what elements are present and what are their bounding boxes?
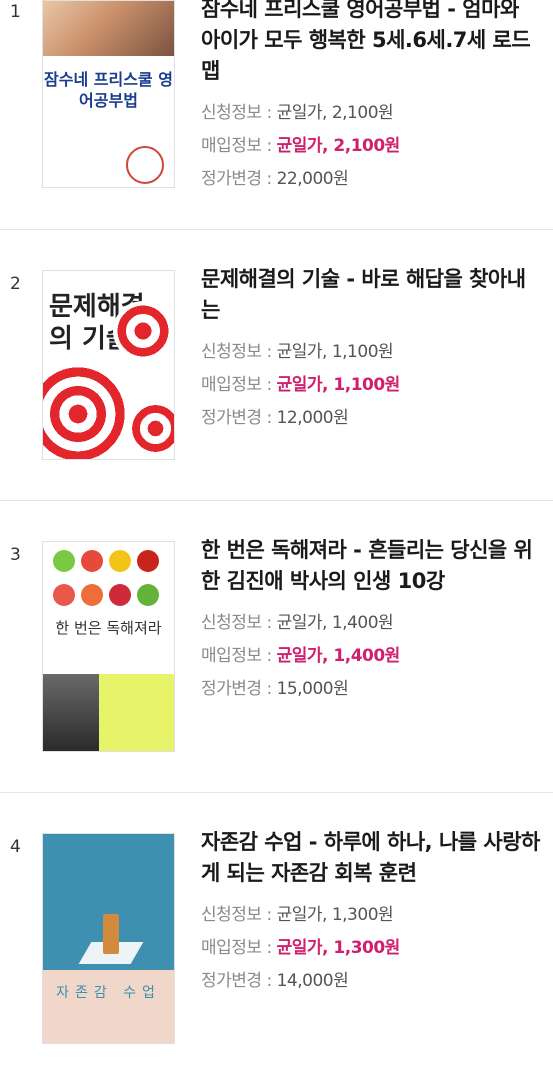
apple-graphic [81,584,103,606]
book-cover[interactable]: 자존감 수업 [42,833,175,1044]
divider [0,500,553,501]
item-index: 2 [10,274,21,294]
apple-graphic [137,550,159,572]
apple-graphic [109,584,131,606]
change-label: 정가변경 : [201,971,272,991]
buy-label: 매입정보 : [201,136,272,156]
apply-value: 균일가, 1,400원 [276,613,394,633]
apple-graphic [53,550,75,572]
buy-value: 균일가, 1,100원 [276,375,401,395]
buy-label: 매입정보 : [201,938,272,958]
apply-label: 신청정보 : [201,342,272,362]
item-index: 4 [10,837,21,857]
apply-value: 균일가, 1,300원 [276,905,394,925]
change-label: 정가변경 : [201,679,272,699]
apply-value: 균일가, 2,100원 [276,103,394,123]
apply-info-row: 신청정보 : 균일가, 1,100원 [201,336,541,369]
list-item[interactable]: 1 잠수네 프리스쿨 영어공부법 잠수네 프리스쿨 영어공부법 - 엄마와 아이… [0,0,553,230]
price-change-row: 정가변경 : 22,000원 [201,163,541,196]
item-index: 1 [10,2,21,22]
list-item[interactable]: 3 한 번은 독해져라 한 번은 독해져라 - 흔들리는 당신을 위한 김진애 … [0,538,553,771]
change-value: 22,000원 [276,169,349,189]
apply-label: 신청정보 : [201,103,272,123]
apple-graphic [53,584,75,606]
book-title[interactable]: 자존감 수업 - 하루에 하나, 나를 사랑하게 되는 자존감 회복 훈련 [201,827,541,889]
change-label: 정가변경 : [201,408,272,428]
author-portrait [43,674,99,751]
list-item[interactable]: 2 문제해결의 기술 문제해결의 기술 - 바로 해답을 찾아내는 신청정보 :… [0,267,553,500]
apply-info-row: 신청정보 : 균일가, 1,300원 [201,899,541,932]
target-graphic [113,301,173,361]
book-info: 잠수네 프리스쿨 영어공부법 - 엄마와 아이가 모두 행복한 5세.6세.7세… [201,0,541,196]
item-index: 3 [10,545,21,565]
book-cover[interactable]: 한 번은 독해져라 [42,541,175,752]
buy-value: 균일가, 1,300원 [276,938,401,958]
change-value: 15,000원 [276,679,349,699]
buy-info-row: 매입정보 : 균일가, 1,300원 [201,932,541,965]
apple-graphic [137,584,159,606]
divider [0,229,553,230]
cover-title: 자존감 수업 [56,985,161,1001]
book-cover[interactable]: 문제해결의 기술 [42,270,175,460]
change-label: 정가변경 : [201,169,272,189]
cover-title: 잠수네 프리스쿨 영어공부법 [44,70,173,110]
cover-photo [43,1,174,56]
list-item[interactable]: 4 자존감 수업 자존감 수업 - 하루에 하나, 나를 사랑하게 되는 자존감… [0,830,553,1066]
apply-info-row: 신청정보 : 균일가, 1,400원 [201,607,541,640]
cover-lower-band [43,970,174,1043]
divider [0,792,553,793]
chair-graphic [103,914,119,954]
apply-value: 균일가, 1,100원 [276,342,394,362]
apply-info-row: 신청정보 : 균일가, 2,100원 [201,97,541,130]
book-info: 한 번은 독해져라 - 흔들리는 당신을 위한 김진애 박사의 인생 10강 신… [201,535,541,706]
buy-info-row: 매입정보 : 균일가, 2,100원 [201,130,541,163]
buy-label: 매입정보 : [201,646,272,666]
change-value: 12,000원 [276,408,349,428]
apple-graphic [109,550,131,572]
buy-label: 매입정보 : [201,375,272,395]
buy-info-row: 매입정보 : 균일가, 1,400원 [201,640,541,673]
apply-label: 신청정보 : [201,905,272,925]
price-change-row: 정가변경 : 14,000원 [201,965,541,998]
apply-label: 신청정보 : [201,613,272,633]
book-title[interactable]: 잠수네 프리스쿨 영어공부법 - 엄마와 아이가 모두 행복한 5세.6세.7세… [201,0,541,87]
cover-stamp [126,146,164,184]
buy-value: 균일가, 2,100원 [276,136,401,156]
book-title[interactable]: 문제해결의 기술 - 바로 해답을 찾아내는 [201,264,541,326]
target-graphic [43,359,133,459]
price-change-row: 정가변경 : 15,000원 [201,673,541,706]
price-change-row: 정가변경 : 12,000원 [201,402,541,435]
buy-value: 균일가, 1,400원 [276,646,401,666]
apple-graphic [81,550,103,572]
book-info: 문제해결의 기술 - 바로 해답을 찾아내는 신청정보 : 균일가, 1,100… [201,264,541,435]
target-graphic [128,401,174,456]
book-info: 자존감 수업 - 하루에 하나, 나를 사랑하게 되는 자존감 회복 훈련 신청… [201,827,541,998]
buy-info-row: 매입정보 : 균일가, 1,100원 [201,369,541,402]
book-title[interactable]: 한 번은 독해져라 - 흔들리는 당신을 위한 김진애 박사의 인생 10강 [201,535,541,597]
change-value: 14,000원 [276,971,349,991]
cover-title: 한 번은 독해져라 [55,619,162,637]
book-cover[interactable]: 잠수네 프리스쿨 영어공부법 [42,0,175,188]
